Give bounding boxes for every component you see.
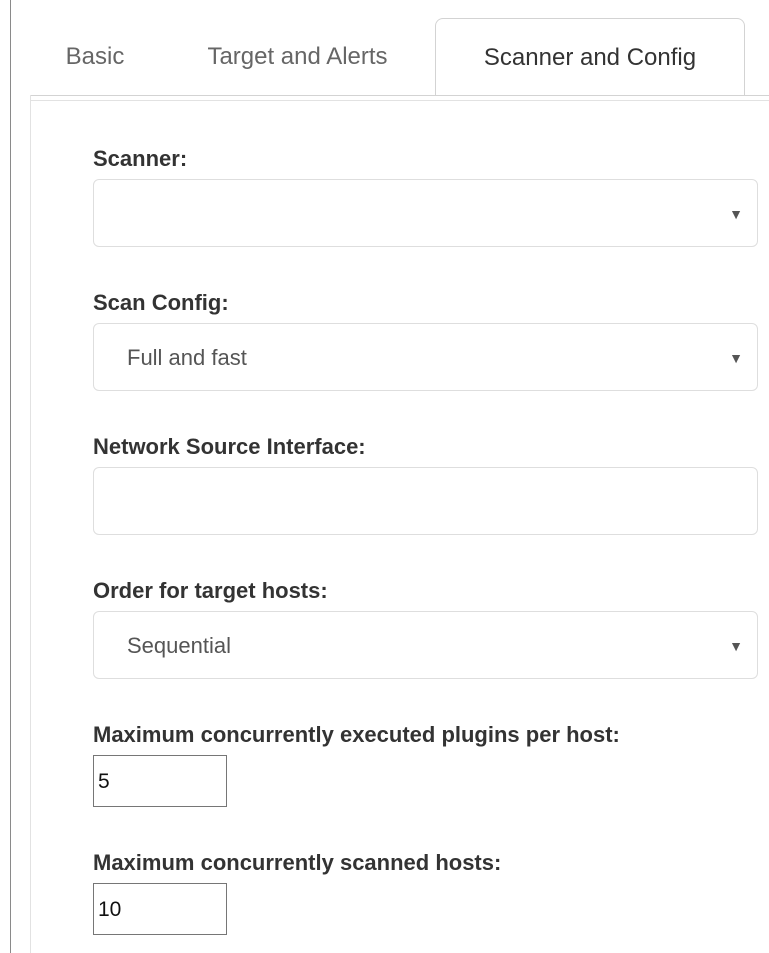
order-target-hosts-select[interactable]: Sequential ▼ — [93, 611, 758, 679]
order-target-hosts-select-value: Sequential — [127, 633, 231, 658]
max-scanned-hosts-value: 10 — [98, 898, 122, 921]
chevron-down-icon: ▼ — [729, 350, 743, 366]
scan-config-select-value: Full and fast — [127, 345, 247, 370]
scan-config-select[interactable]: Full and fast ▼ — [93, 323, 758, 391]
chevron-down-icon: ▼ — [729, 638, 743, 654]
network-source-interface-label: Network Source Interface: — [93, 434, 366, 459]
max-plugins-per-host-value: 5 — [98, 770, 110, 793]
chevron-down-icon: ▼ — [729, 206, 743, 222]
max-scanned-hosts-input[interactable]: 10 — [93, 883, 227, 935]
panel-top-border — [30, 100, 769, 101]
task-dialog: Basic Target and Alerts Scanner and Conf… — [0, 0, 769, 953]
order-target-hosts-label: Order for target hosts: — [93, 578, 328, 603]
max-scanned-hosts-label: Maximum concurrently scanned hosts: — [93, 850, 502, 875]
network-source-interface-input[interactable] — [93, 467, 758, 535]
tab-basic[interactable]: Basic — [30, 18, 160, 95]
tab-target-and-alerts[interactable]: Target and Alerts — [165, 18, 430, 95]
scanner-label: Scanner: — [93, 146, 188, 171]
panel-left-border — [30, 95, 31, 953]
max-plugins-per-host-label: Maximum concurrently executed plugins pe… — [93, 722, 620, 747]
scanner-select[interactable]: ▼ — [93, 179, 758, 247]
max-plugins-per-host-input[interactable]: 5 — [93, 755, 227, 807]
dialog-left-border — [10, 0, 11, 953]
scan-config-label: Scan Config: — [93, 290, 229, 315]
tab-scanner-and-config[interactable]: Scanner and Config — [435, 18, 745, 95]
